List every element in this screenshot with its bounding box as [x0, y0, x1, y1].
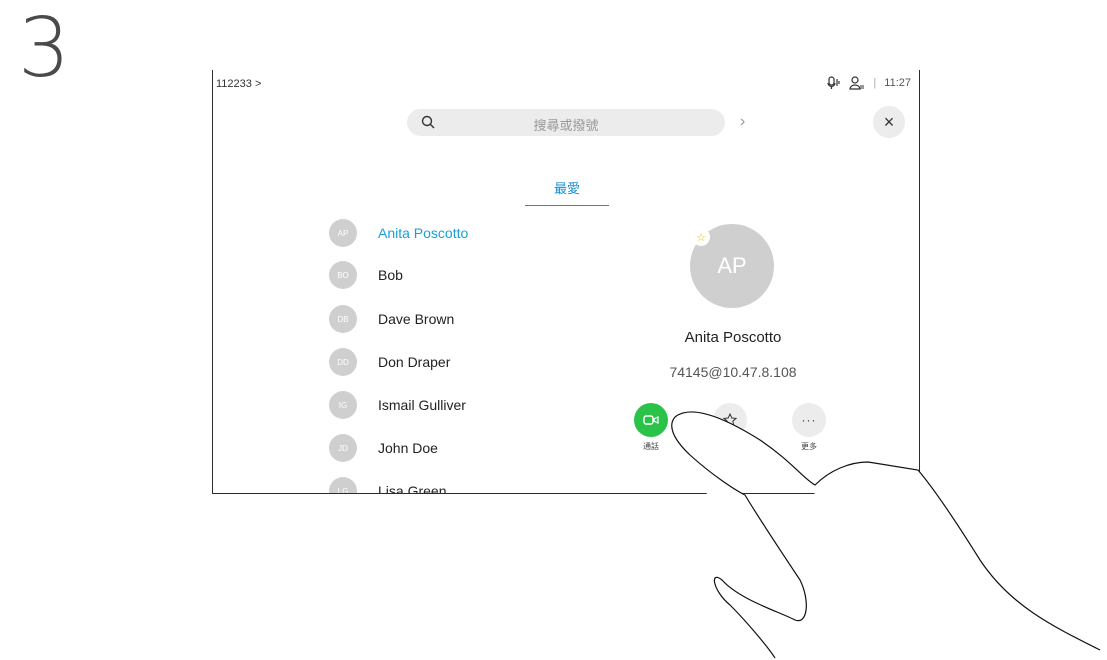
- pointing-hand-icon: [671, 411, 1101, 659]
